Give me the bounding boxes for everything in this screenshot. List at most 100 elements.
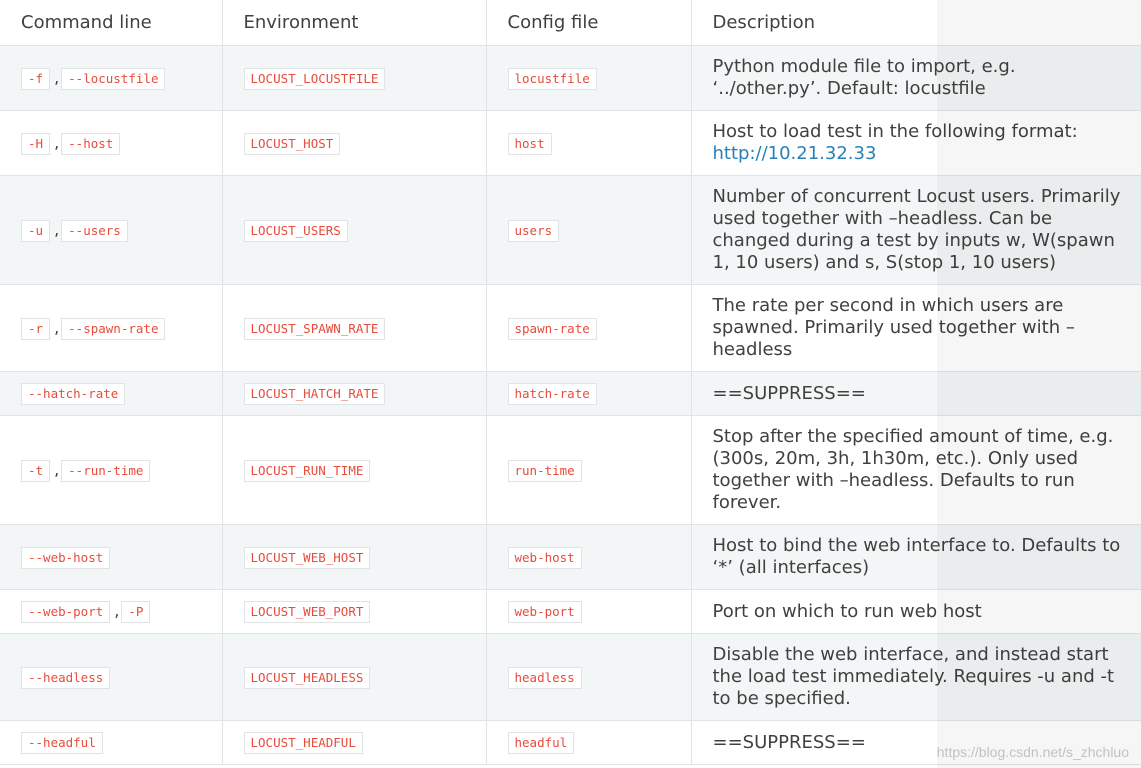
- cell-command-line: --headless: [0, 633, 223, 721]
- option-separator: ,: [54, 219, 60, 239]
- cell-config-file: spawn-rate: [485, 284, 692, 372]
- environment-variable-literal: LOCUST_RUN_TIME: [243, 459, 371, 482]
- options-table: Command line Environment Config file Des…: [0, 0, 1141, 765]
- option-separator: ,: [54, 132, 60, 152]
- description-text: The rate per second in which users are s…: [712, 295, 1075, 360]
- option-separator: ,: [114, 601, 120, 620]
- config-key-literal: users: [507, 219, 560, 242]
- table-row: -u, --users LOCUST_USERS users Number of con…: [0, 175, 1141, 285]
- cell-config-file: web-host: [485, 524, 692, 590]
- config-key-literal: web-host: [507, 546, 582, 569]
- description-link[interactable]: http://10.21.32.33: [713, 143, 877, 164]
- cell-command-line: -f, --locustfile: [0, 45, 223, 111]
- table-row: --web-port, -P LOCUST_WEB_PORT web-port Port…: [0, 589, 1141, 634]
- description-text: Number of concurrent Locust users. Prima…: [712, 186, 1121, 273]
- cell-command-line: -r, --spawn-rate: [0, 284, 223, 372]
- environment-variable-literal: LOCUST_HEADFUL: [243, 732, 363, 754]
- cell-description: The rate per second in which users are s…: [690, 284, 1141, 372]
- command-option-literal: --spawn-rate: [61, 317, 166, 340]
- option-separator: ,: [54, 67, 60, 87]
- config-key-literal: locustfile: [507, 67, 597, 90]
- command-option-literal: --web-host: [21, 546, 111, 569]
- cell-config-file: locustfile: [485, 45, 692, 111]
- command-option-literal: -P: [121, 601, 151, 623]
- table-header-row: Command line Environment Config file Des…: [0, 0, 1141, 46]
- config-key-literal: hatch-rate: [507, 383, 597, 405]
- cell-command-line: --headful: [0, 720, 223, 765]
- cell-environment: LOCUST_HEADLESS: [221, 633, 487, 721]
- cell-command-line: --hatch-rate: [0, 371, 223, 416]
- command-option-literal: -r: [21, 317, 51, 340]
- environment-variable-literal: LOCUST_WEB_PORT: [243, 601, 371, 623]
- config-key-literal: spawn-rate: [507, 317, 597, 340]
- table-row: --web-host LOCUST_WEB_HOST web-host Host to…: [0, 524, 1141, 590]
- header-description: Description: [690, 0, 1141, 46]
- table-row: -r, --spawn-rate LOCUST_SPAWN_RATE spawn-ra…: [0, 284, 1141, 372]
- config-key-literal: headless: [507, 666, 582, 689]
- cell-config-file: headful: [485, 720, 692, 765]
- description-text: ==SUPPRESS==: [712, 382, 866, 404]
- command-option-literal: --run-time: [61, 459, 151, 482]
- option-separator: ,: [54, 317, 60, 337]
- command-option-literal: --headful: [21, 732, 103, 754]
- cell-environment: LOCUST_SPAWN_RATE: [221, 284, 487, 372]
- description-text: ==SUPPRESS==: [712, 731, 866, 753]
- cell-command-line: -t, --run-time: [0, 415, 223, 525]
- description-text: Stop after the specified amount of time,…: [712, 426, 1114, 513]
- command-option-literal: --headless: [21, 666, 111, 689]
- cell-description: Port on which to run web host: [690, 589, 1141, 634]
- header-command-line: Command line: [0, 0, 223, 46]
- environment-variable-literal: LOCUST_WEB_HOST: [243, 546, 371, 569]
- command-option-literal: --web-port: [21, 601, 111, 623]
- cell-command-line: -u, --users: [0, 175, 223, 285]
- cell-environment: LOCUST_WEB_HOST: [221, 524, 487, 590]
- command-option-literal: --host: [61, 132, 121, 155]
- config-key-literal: web-port: [507, 601, 582, 623]
- cell-description: ==SUPPRESS==: [690, 720, 1141, 765]
- table-row: --hatch-rate LOCUST_HATCH_RATE hatch-rate =…: [0, 371, 1141, 416]
- command-option-literal: -u: [21, 219, 51, 242]
- table-row: -H, --host LOCUST_HOST host Host to load tes…: [0, 110, 1141, 176]
- cell-environment: LOCUST_HATCH_RATE: [221, 371, 487, 416]
- description-text: Host to load test in the following forma…: [712, 121, 1078, 142]
- cell-config-file: web-port: [485, 589, 692, 634]
- command-option-literal: -H: [21, 132, 51, 155]
- cell-environment: LOCUST_HEADFUL: [221, 720, 487, 765]
- environment-variable-literal: LOCUST_SPAWN_RATE: [243, 317, 386, 340]
- header-config-file: Config file: [485, 0, 692, 46]
- config-key-literal: host: [507, 132, 552, 155]
- cell-command-line: --web-port, -P: [0, 589, 223, 634]
- cell-config-file: host: [485, 110, 692, 176]
- environment-variable-literal: LOCUST_HOST: [243, 132, 341, 155]
- cell-description: Disable the web interface, and instead s…: [690, 633, 1141, 721]
- cell-description: Host to load test in the following forma…: [690, 110, 1141, 176]
- environment-variable-literal: LOCUST_USERS: [243, 219, 348, 242]
- environment-variable-literal: LOCUST_LOCUSTFILE: [243, 67, 386, 90]
- command-option-literal: -t: [21, 459, 51, 482]
- command-option-literal: -f: [21, 67, 51, 90]
- cell-config-file: run-time: [485, 415, 692, 525]
- command-option-literal: --users: [61, 219, 128, 242]
- cell-description: Host to bind the web interface to. Defau…: [690, 524, 1141, 590]
- cell-config-file: headless: [485, 633, 692, 721]
- description-text: Port on which to run web host: [712, 600, 982, 622]
- cell-command-line: --web-host: [0, 524, 223, 590]
- config-key-literal: headful: [507, 732, 575, 754]
- cell-environment: LOCUST_WEB_PORT: [221, 589, 487, 634]
- description-text: Host to bind the web interface to. Defau…: [712, 535, 1121, 578]
- header-environment: Environment: [221, 0, 487, 46]
- table-row: --headless LOCUST_HEADLESS headless Disable…: [0, 633, 1141, 721]
- cell-description: Number of concurrent Locust users. Prima…: [690, 175, 1141, 285]
- config-key-literal: run-time: [507, 459, 582, 482]
- environment-variable-literal: LOCUST_HEADLESS: [243, 666, 371, 689]
- command-option-literal: --locustfile: [61, 67, 166, 90]
- option-separator: ,: [54, 459, 60, 479]
- cell-config-file: users: [485, 175, 692, 285]
- cell-environment: LOCUST_USERS: [221, 175, 487, 285]
- cell-command-line: -H, --host: [0, 110, 223, 176]
- command-option-literal: --hatch-rate: [21, 383, 126, 405]
- cell-environment: LOCUST_LOCUSTFILE: [221, 45, 487, 111]
- environment-variable-literal: LOCUST_HATCH_RATE: [243, 383, 386, 405]
- options-table-container: Command line Environment Config file Des…: [0, 0, 1141, 768]
- description-text: Disable the web interface, and instead s…: [712, 644, 1115, 709]
